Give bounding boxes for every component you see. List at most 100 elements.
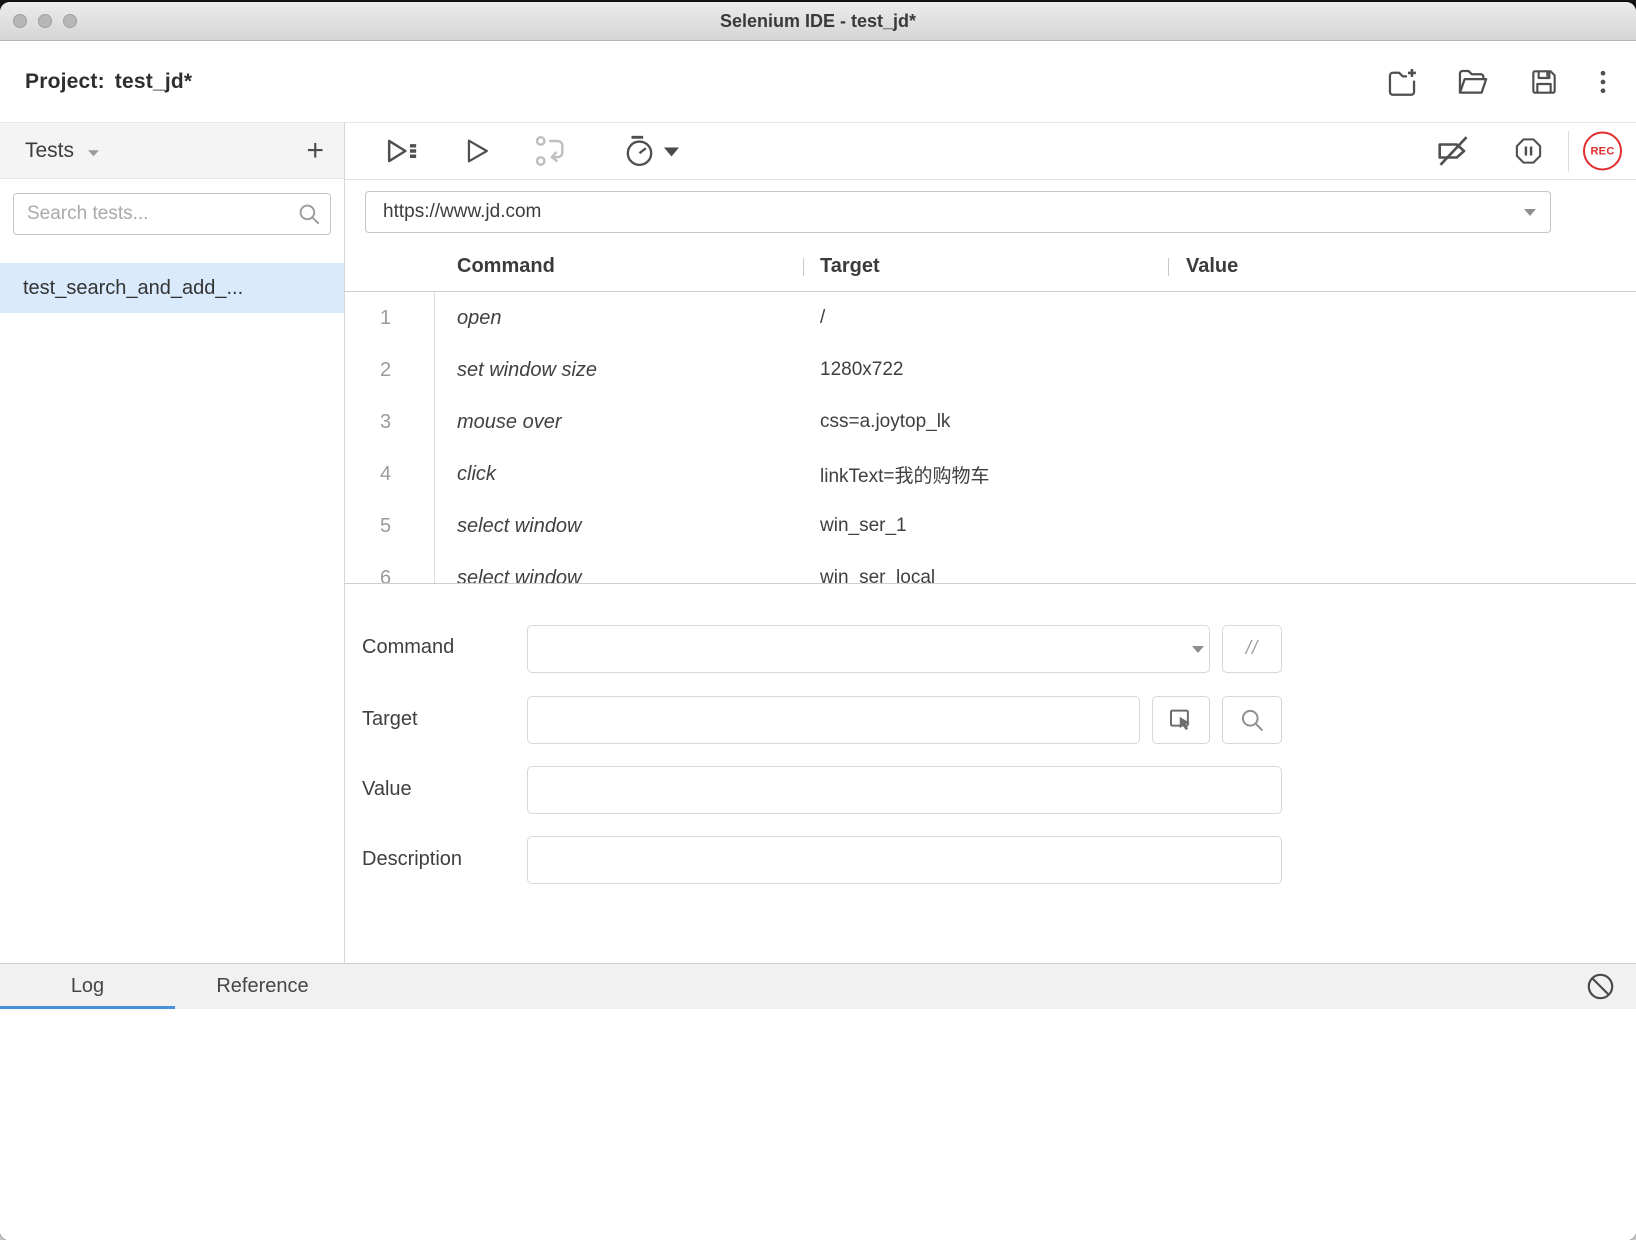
table-row[interactable]: 3 mouse over css=a.joytop_lk [345,396,1636,448]
select-target-button[interactable] [1152,696,1210,744]
url-row [345,180,1636,242]
test-search [13,193,331,235]
step-over-button[interactable] [533,133,570,170]
record-button[interactable]: REC [1583,132,1622,171]
close-window-button[interactable] [13,14,27,28]
row-number: 2 [345,344,435,396]
row-command: click [435,463,803,486]
project-title: Project: test_jd* [25,70,192,94]
clear-log-button[interactable] [1584,970,1617,1003]
tests-sidebar: Tests + test_search_and_add_... [0,123,345,963]
table-row[interactable]: 6 select window win_ser_local [345,552,1636,583]
test-editor: REC Command Target Value [345,123,1636,963]
row-command: open [435,307,803,330]
column-header-value[interactable]: Value [1168,255,1636,278]
log-content [0,1009,1636,1240]
add-test-button[interactable]: + [306,136,324,166]
kebab-menu-icon [1588,67,1618,97]
test-list-item[interactable]: test_search_and_add_... [0,263,344,313]
row-command: set window size [435,359,803,382]
step-over-icon [533,133,570,170]
window-title: Selenium IDE - test_jd* [0,2,1636,40]
test-speed-button[interactable] [622,134,657,169]
row-target: 1280x722 [803,359,1168,381]
row-command: mouse over [435,411,803,434]
open-project-icon [1455,65,1489,99]
command-field-label: Command [362,636,454,659]
base-url-input[interactable] [365,191,1551,233]
toggle-comment-button[interactable]: // [1222,625,1282,673]
project-name: test_jd* [115,70,192,93]
disable-breakpoints-button[interactable] [1434,132,1473,171]
save-project-button[interactable] [1528,66,1560,98]
run-all-icon [383,133,420,170]
pause-octagon-icon [1513,136,1544,167]
bottom-panel: Log Reference [0,963,1636,1240]
new-project-icon [1385,65,1419,99]
row-number: 5 [345,500,435,552]
minimize-window-button[interactable] [38,14,52,28]
row-number: 1 [345,292,435,344]
value-field-label: Value [362,778,412,801]
circle-slash-icon [1584,970,1617,1003]
find-target-icon [1238,706,1266,734]
tab-log[interactable]: Log [0,964,175,1009]
target-field-input[interactable] [527,696,1140,744]
new-project-button[interactable] [1385,65,1419,99]
traffic-lights [13,14,77,28]
description-field-input[interactable] [527,836,1282,884]
stopwatch-icon [622,134,657,169]
tab-reference[interactable]: Reference [175,964,350,1009]
select-target-icon [1166,705,1196,735]
rec-icon: REC [1583,132,1622,171]
tests-header: Tests + [0,123,344,179]
toolbar-divider [1568,131,1569,172]
speed-caret-icon[interactable] [663,147,680,158]
table-row[interactable]: 2 set window size 1280x722 [345,344,1636,396]
row-command: select window [435,567,803,584]
titlebar: Selenium IDE - test_jd* [0,2,1636,41]
column-header-target[interactable]: Target [803,255,1168,278]
pause-on-exceptions-button[interactable] [1513,136,1544,167]
target-field-label: Target [362,708,418,731]
find-target-button[interactable] [1222,696,1282,744]
open-project-button[interactable] [1455,65,1489,99]
save-project-icon [1528,66,1560,98]
description-field-label: Description [362,848,462,871]
play-icon [460,135,493,168]
zoom-window-button[interactable] [63,14,77,28]
row-target: css=a.joytop_lk [803,411,1168,433]
command-detail-form: Command // Target [345,584,1636,963]
test-name: test_search_and_add_... [23,277,243,300]
tests-caret-icon[interactable] [87,149,100,157]
value-field-input[interactable] [527,766,1282,814]
row-number: 4 [345,448,435,500]
selenium-ide-window: Selenium IDE - test_jd* Project: test_jd* [0,2,1636,1240]
url-dropdown-caret-icon[interactable] [1523,208,1537,217]
search-tests-input[interactable] [13,193,331,235]
column-header-command[interactable]: Command [435,255,803,278]
row-command: select window [435,515,803,538]
table-row[interactable]: 1 open / [345,292,1636,344]
project-bar: Project: test_jd* [0,41,1636,123]
table-header: Command Target Value [345,242,1636,292]
row-target: win_ser_1 [803,515,1168,537]
row-number: 3 [345,396,435,448]
main-area: Tests + test_search_and_add_... [0,123,1636,963]
row-number: 6 [345,552,435,583]
table-row[interactable]: 5 select window win_ser_1 [345,500,1636,552]
bottom-tabbar: Log Reference [0,964,1636,1009]
row-target: linkText=我的购物车 [803,461,1168,488]
commands-table: Command Target Value 1 open / 2 set wind… [345,242,1636,583]
base-url-combobox [365,191,1551,233]
more-menu-button[interactable] [1588,67,1618,97]
run-all-tests-button[interactable] [383,133,420,170]
table-row[interactable]: 4 click linkText=我的购物车 [345,448,1636,500]
project-label: Project: [25,70,105,93]
tests-title[interactable]: Tests [25,139,74,163]
run-current-test-button[interactable] [460,135,493,168]
search-icon [296,201,322,227]
command-dropdown-caret-icon[interactable] [1191,645,1205,654]
command-field-input[interactable] [527,625,1210,673]
row-target: win_ser_local [803,567,1168,583]
